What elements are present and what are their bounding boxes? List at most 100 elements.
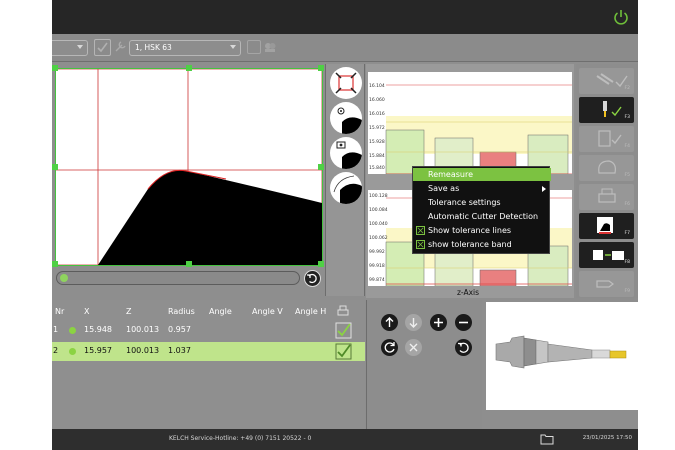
menu-item-label: show tolerance band xyxy=(428,240,512,249)
undo-table-button[interactable] xyxy=(455,339,472,356)
undo-button[interactable] xyxy=(304,270,321,287)
f6-button[interactable]: F6 xyxy=(579,184,634,210)
f8-button[interactable]: F8 xyxy=(579,242,634,268)
print-icon[interactable] xyxy=(337,305,349,317)
f5-button[interactable]: F5 xyxy=(579,155,634,181)
col-angle: Angle xyxy=(209,307,232,316)
cell-z: 100.013 xyxy=(126,325,160,334)
status-dot xyxy=(69,348,76,355)
f9-button[interactable]: F9 xyxy=(579,271,634,297)
cell-z: 100.013 xyxy=(126,346,160,355)
undo-icon xyxy=(307,273,317,284)
table-row[interactable]: 2 15.957 100.013 1.037 xyxy=(52,342,365,361)
table-row[interactable]: 1 15.948 100.013 0.957 xyxy=(52,321,365,340)
y-tick: 99.992 xyxy=(369,250,385,255)
plus-icon xyxy=(434,318,443,327)
contour-view-button[interactable] xyxy=(330,172,362,204)
move-down-button[interactable] xyxy=(405,314,422,331)
move-up-button[interactable] xyxy=(381,314,398,331)
menu-item-label: Remeasure xyxy=(428,170,474,179)
menu-item-remeasure[interactable]: Remeasure xyxy=(413,168,551,181)
check-icon xyxy=(97,42,108,53)
power-icon[interactable] xyxy=(612,8,630,26)
zoom-slider[interactable] xyxy=(56,271,300,285)
group-icon[interactable] xyxy=(263,40,277,54)
delete-button[interactable] xyxy=(405,339,422,356)
col-nr: Nr xyxy=(55,307,65,316)
col-radius: Radius xyxy=(168,307,195,316)
minus-icon xyxy=(459,321,468,324)
x-axis-plot xyxy=(385,84,572,175)
cell-nr: 2 xyxy=(53,346,59,355)
context-menu: Remeasure Save as Tolerance settings Aut… xyxy=(412,166,551,254)
menu-item-show-tolerance-lines[interactable]: Show tolerance lines xyxy=(413,224,551,237)
y-tick: 100.062 xyxy=(369,236,388,241)
resize-handle[interactable] xyxy=(52,164,58,170)
submenu-arrow-icon xyxy=(542,186,546,192)
y-tick: 100.084 xyxy=(369,208,388,213)
tool-3d-preview[interactable] xyxy=(486,302,638,410)
menu-item-save-as[interactable]: Save as xyxy=(413,182,551,195)
camera-view-button[interactable] xyxy=(330,137,362,169)
f6-label: F6 xyxy=(624,202,630,207)
resize-handle[interactable] xyxy=(318,261,324,267)
menu-item-auto-cutter[interactable]: Automatic Cutter Detection xyxy=(413,210,551,223)
resize-handle[interactable] xyxy=(186,261,192,267)
col-x: X xyxy=(84,307,90,316)
resize-handle[interactable] xyxy=(52,261,58,267)
f4-label: F4 xyxy=(624,144,630,149)
camera-profile-icon xyxy=(336,141,362,169)
folder-icon[interactable] xyxy=(540,433,554,445)
f2-button[interactable]: F2 xyxy=(579,68,634,94)
tool-select-value: 1, HSK 63 xyxy=(135,43,172,52)
resize-handle[interactable] xyxy=(186,65,192,71)
y-tick: 16.016 xyxy=(369,112,385,117)
previous-select[interactable] xyxy=(52,40,88,56)
profile-canvas[interactable] xyxy=(52,65,324,267)
y-tick: 100.128 xyxy=(369,194,388,199)
cell-x: 15.957 xyxy=(84,346,112,355)
status-bar: KELCH Service-Hotline: +49 (0) 7151 2052… xyxy=(52,429,638,450)
fit-view-button[interactable] xyxy=(330,67,362,99)
resize-handle[interactable] xyxy=(52,65,58,71)
date-time: 23/01/2025 17:50 xyxy=(582,435,632,441)
contour-icon xyxy=(333,175,362,204)
f3-button[interactable]: F3 xyxy=(579,97,634,123)
tool-select[interactable]: 1, HSK 63 xyxy=(129,40,241,56)
x-axis-chart[interactable]: 16.104 16.060 16.016 15.972 15.928 15.88… xyxy=(368,72,572,175)
y-tick: 16.104 xyxy=(369,84,385,89)
row-controls xyxy=(366,300,482,429)
y-tick: 16.060 xyxy=(369,98,385,103)
refresh-button[interactable] xyxy=(381,339,398,356)
f9-label: F9 xyxy=(624,289,630,294)
menu-item-show-tolerance-band[interactable]: show tolerance band xyxy=(413,238,551,251)
row-check-icon[interactable] xyxy=(335,322,352,339)
z-axis-label: z-Axis xyxy=(456,288,480,297)
wrench-icon[interactable] xyxy=(113,40,127,54)
confirm-checkbox[interactable] xyxy=(94,39,111,56)
show-view-button[interactable] xyxy=(330,102,362,134)
f7-button[interactable]: F7 xyxy=(579,213,634,239)
cell-nr: 1 xyxy=(53,325,59,334)
refresh-icon xyxy=(384,342,395,353)
chevron-down-icon xyxy=(230,45,236,49)
menu-item-label: Show tolerance lines xyxy=(428,226,512,235)
menu-item-tolerance-settings[interactable]: Tolerance settings xyxy=(413,196,551,209)
cell-x: 15.948 xyxy=(84,325,112,334)
add-button[interactable] xyxy=(430,314,447,331)
remove-button[interactable] xyxy=(455,314,472,331)
y-tick: 99.874 xyxy=(369,278,385,283)
menu-item-label: Tolerance settings xyxy=(428,198,501,207)
menu-item-label: Automatic Cutter Detection xyxy=(428,212,539,221)
arrow-down-icon xyxy=(409,318,418,328)
function-key-sidebar: F2 F3 F4 F5 F6 F7 F8 F9 xyxy=(576,64,638,298)
row-check-icon[interactable] xyxy=(335,343,352,360)
layer-toggle[interactable] xyxy=(247,40,261,54)
resize-handle[interactable] xyxy=(318,164,324,170)
resize-handle[interactable] xyxy=(318,65,324,71)
slider-knob[interactable] xyxy=(60,274,68,282)
y-tick: 15.972 xyxy=(369,126,385,131)
app-window: 1, HSK 63 16.104 16.060 16.016 15.972 15… xyxy=(52,0,638,450)
y-tick: 15.884 xyxy=(369,154,385,159)
f4-button[interactable]: F4 xyxy=(579,126,634,152)
